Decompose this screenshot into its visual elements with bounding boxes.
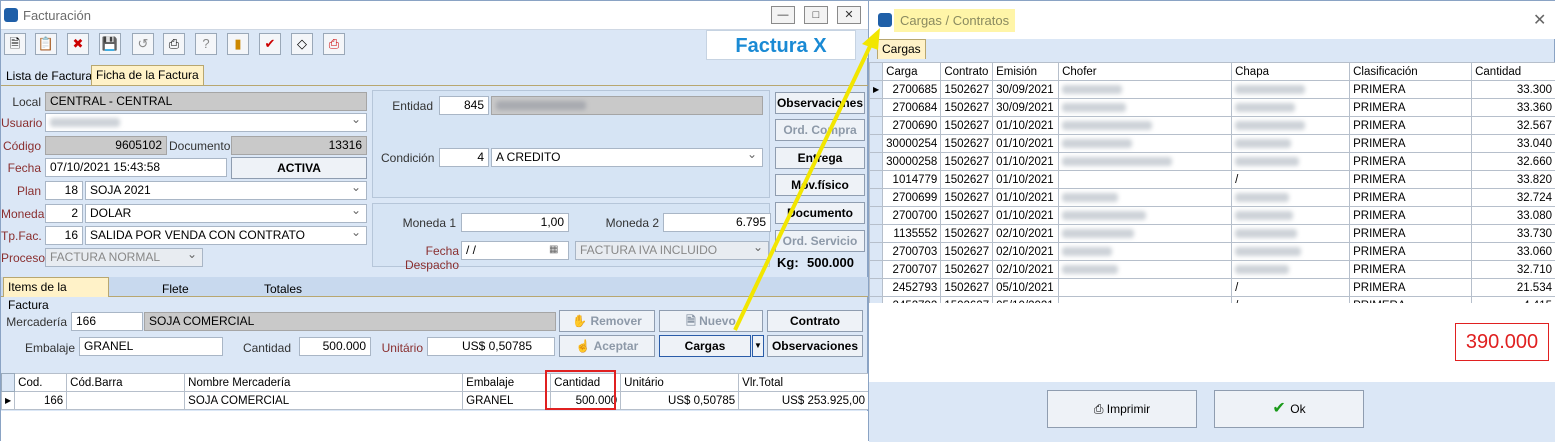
arrow-line — [735, 42, 872, 330]
arrow-head — [862, 28, 880, 50]
annotation-arrow — [0, 0, 1555, 441]
